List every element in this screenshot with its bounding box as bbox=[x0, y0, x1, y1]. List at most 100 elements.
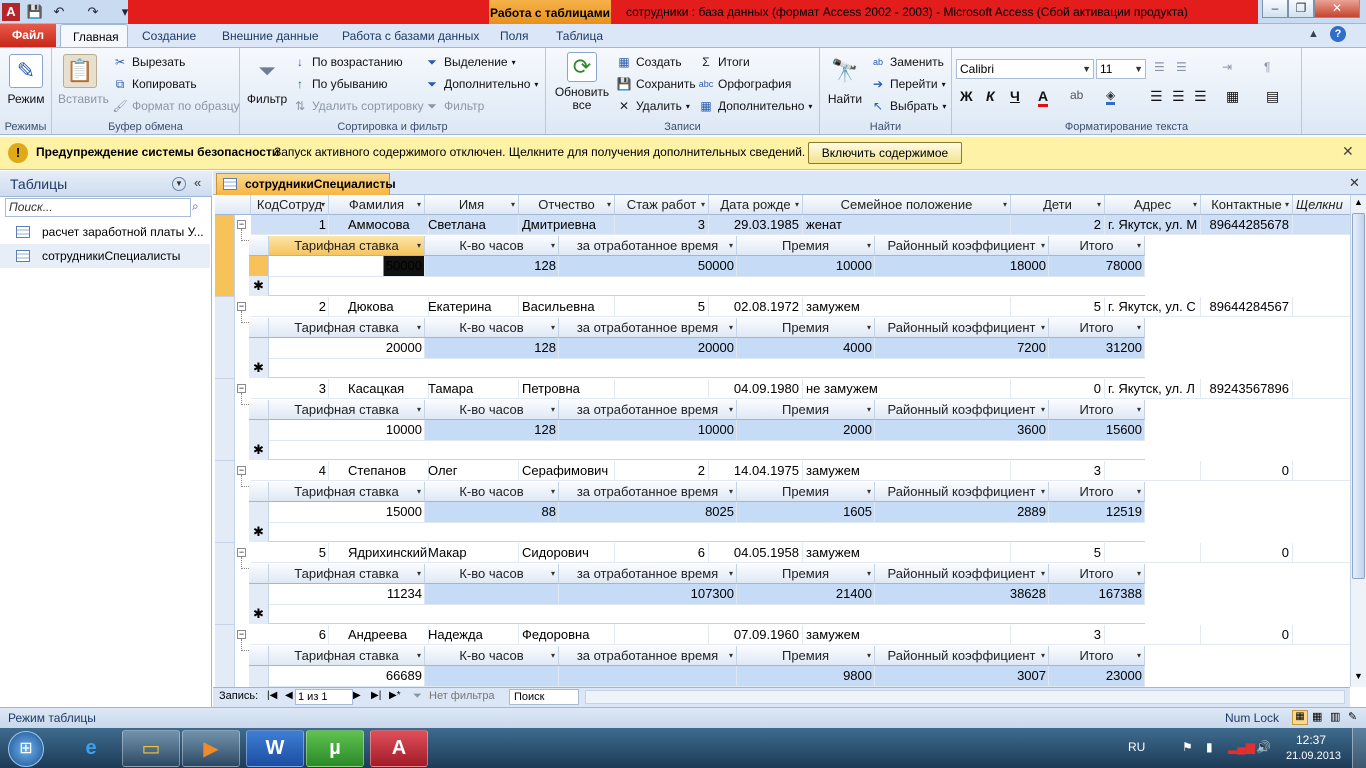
record-selector[interactable] bbox=[215, 461, 235, 543]
cell-id[interactable]: 1 bbox=[251, 215, 329, 235]
sub-cell-total[interactable]: 31200 bbox=[1049, 338, 1145, 358]
save-record-button[interactable]: 💾 Сохранить bbox=[616, 76, 696, 92]
new-record-icon[interactable]: ✱ bbox=[249, 440, 269, 460]
undo-icon[interactable]: ↶ bbox=[50, 3, 68, 21]
dropdown-arrow-icon[interactable]: ▾ bbox=[607, 195, 611, 214]
collapse-subdatasheet-icon[interactable]: − bbox=[237, 466, 246, 475]
sub-cell-rate[interactable]: 15000 bbox=[269, 502, 425, 522]
goto-button[interactable]: ➔ Перейти ▾ bbox=[870, 76, 946, 92]
cell-lastname[interactable]: Аммосова bbox=[345, 215, 429, 235]
cell-family[interactable]: женат bbox=[803, 215, 1011, 235]
sub-cell-bonus[interactable]: 21400 bbox=[737, 584, 875, 604]
sub-column-header-total[interactable]: Итого ▾ bbox=[1049, 236, 1145, 256]
dropdown-arrow-icon[interactable]: ▾ bbox=[417, 236, 421, 255]
scroll-thumb[interactable] bbox=[1352, 213, 1365, 579]
sub-column-header-bonus[interactable]: Премия ▾ bbox=[737, 564, 875, 584]
dropdown-arrow-icon[interactable]: ▾ bbox=[729, 482, 733, 501]
align-left-icon[interactable]: ☰ bbox=[1150, 88, 1163, 105]
dropdown-arrow-icon[interactable]: ▾ bbox=[321, 195, 325, 214]
column-header-add-field[interactable]: Щелкни bbox=[1293, 195, 1350, 215]
subdatasheet-header-selector[interactable] bbox=[249, 400, 269, 420]
replace-button[interactable]: ab Заменить bbox=[870, 54, 944, 70]
sub-column-header-coef[interactable]: Районный коэффициент ▾ bbox=[875, 400, 1049, 420]
record-selector[interactable] bbox=[215, 625, 235, 687]
cell-birthdate[interactable]: 07.09.1960 bbox=[709, 625, 803, 645]
scroll-up-icon[interactable]: ▲ bbox=[1354, 197, 1363, 207]
format-painter-button[interactable]: 🖌 Формат по образцу bbox=[112, 98, 239, 114]
vertical-scrollbar[interactable]: ▲ ▼ bbox=[1350, 195, 1366, 687]
highlight-icon[interactable]: ab bbox=[1070, 88, 1083, 102]
sub-column-header-worked[interactable]: за отработанное время ▾ bbox=[559, 482, 737, 502]
no-filter-label[interactable]: Нет фильтра bbox=[429, 690, 495, 702]
subdatasheet-record-selector[interactable] bbox=[249, 256, 269, 276]
dropdown-arrow-icon[interactable]: ▾ bbox=[1193, 195, 1197, 214]
cell-family[interactable]: замужем bbox=[803, 625, 1011, 645]
redo-icon[interactable]: ↷ bbox=[84, 3, 102, 21]
sub-column-header-total[interactable]: Итого ▾ bbox=[1049, 646, 1145, 666]
sub-column-header-bonus[interactable]: Премия ▾ bbox=[737, 400, 875, 420]
gridlines-icon[interactable]: ▦ bbox=[1226, 88, 1239, 105]
nav-item-employees-table[interactable]: сотрудникиСпециалисты bbox=[0, 244, 210, 268]
dropdown-arrow-icon[interactable]: ▾ bbox=[1003, 195, 1007, 214]
paste-button[interactable]: 📋 Вставить bbox=[58, 54, 109, 106]
sub-column-header-hours[interactable]: К-во часов ▾ bbox=[425, 482, 559, 502]
sub-column-header-worked[interactable]: за отработанное время ▾ bbox=[559, 564, 737, 584]
paragraph-direction-icon[interactable]: ¶ bbox=[1264, 60, 1270, 74]
sub-column-header-total[interactable]: Итого ▾ bbox=[1049, 400, 1145, 420]
subdatasheet-header-selector[interactable] bbox=[249, 236, 269, 256]
dropdown-arrow-icon[interactable]: ▾ bbox=[417, 482, 421, 501]
new-subrecord-row[interactable] bbox=[269, 276, 1145, 296]
sub-column-header-rate[interactable]: Тарифная ставка ▾ bbox=[269, 400, 425, 420]
sub-column-header-coef[interactable]: Районный коэффициент ▾ bbox=[875, 646, 1049, 666]
nav-menu-chevron-icon[interactable]: ▼ bbox=[172, 177, 186, 191]
cell-experience[interactable] bbox=[615, 379, 709, 399]
sub-cell-coef[interactable]: 38628 bbox=[875, 584, 1049, 604]
cell-id[interactable]: 5 bbox=[251, 543, 329, 563]
cell-phone[interactable]: 0 bbox=[1201, 461, 1293, 481]
column-header-family[interactable]: Семейное положение ▾ bbox=[803, 195, 1011, 215]
cell-address[interactable]: г. Якутск, ул. М bbox=[1105, 215, 1201, 235]
sub-cell-hours[interactable]: 128 bbox=[425, 338, 559, 358]
subdatasheet-record-selector[interactable] bbox=[249, 338, 269, 358]
advanced-filter-button[interactable]: ⏷ Дополнительно ▾ bbox=[424, 76, 538, 92]
nav-search-input[interactable]: Поиск... bbox=[5, 198, 191, 217]
sort-descending-button[interactable]: ↑ По убыванию bbox=[292, 76, 388, 92]
cell-birthdate[interactable]: 04.05.1958 bbox=[709, 543, 803, 563]
dropdown-arrow-icon[interactable]: ▾ bbox=[551, 236, 555, 255]
maximize-button[interactable]: ❐ bbox=[1288, 0, 1314, 18]
tab-file[interactable]: Файл bbox=[0, 24, 56, 47]
subdatasheet-header-selector[interactable] bbox=[249, 646, 269, 666]
subdatasheet-header-selector[interactable] bbox=[249, 482, 269, 502]
enable-content-button[interactable]: Включить содержимое bbox=[808, 142, 962, 164]
subdatasheet-record-selector[interactable] bbox=[249, 584, 269, 604]
dropdown-arrow-icon[interactable]: ▾ bbox=[1041, 318, 1045, 337]
sub-column-header-total[interactable]: Итого ▾ bbox=[1049, 318, 1145, 338]
cell-children[interactable]: 5 bbox=[1011, 297, 1105, 317]
dropdown-arrow-icon[interactable]: ▾ bbox=[1137, 318, 1141, 337]
cell-birthdate[interactable]: 02.08.1972 bbox=[709, 297, 803, 317]
bullets-icon[interactable]: ☰ bbox=[1154, 60, 1165, 74]
spelling-button[interactable]: abc Орфография bbox=[698, 76, 792, 92]
tray-date[interactable]: 21.09.2013 bbox=[1286, 750, 1341, 762]
sub-cell-total[interactable]: 78000 bbox=[1049, 256, 1145, 276]
close-button[interactable]: ✕ bbox=[1314, 0, 1360, 18]
cell-family[interactable]: замужем bbox=[803, 461, 1011, 481]
sub-column-header-total[interactable]: Итого ▾ bbox=[1049, 564, 1145, 584]
new-subrecord-row[interactable] bbox=[269, 440, 1145, 460]
sub-cell-total[interactable]: 12519 bbox=[1049, 502, 1145, 522]
column-header-address[interactable]: Адрес ▾ bbox=[1105, 195, 1201, 215]
sub-cell-coef[interactable]: 7200 bbox=[875, 338, 1049, 358]
new-subrecord-row[interactable] bbox=[269, 358, 1145, 378]
dropdown-arrow-icon[interactable]: ▾ bbox=[551, 646, 555, 665]
cell-middlename[interactable]: Дмитриевна bbox=[519, 215, 615, 235]
font-size-combo[interactable]: 11 ▼ bbox=[1096, 59, 1146, 79]
cell-family[interactable]: замужем bbox=[803, 297, 1011, 317]
search-icon[interactable]: ⌕ bbox=[192, 199, 199, 214]
datasheet-view-icon[interactable]: ▦ bbox=[1292, 710, 1308, 725]
header-row-selector[interactable] bbox=[215, 195, 251, 215]
new-subrecord-row[interactable] bbox=[269, 604, 1145, 624]
cell-firstname[interactable]: Светлана bbox=[425, 215, 519, 235]
access-app-icon[interactable]: A bbox=[2, 3, 20, 21]
taskbar-media-player-icon[interactable]: ▶ bbox=[182, 730, 240, 767]
sub-column-header-worked[interactable]: за отработанное время ▾ bbox=[559, 400, 737, 420]
